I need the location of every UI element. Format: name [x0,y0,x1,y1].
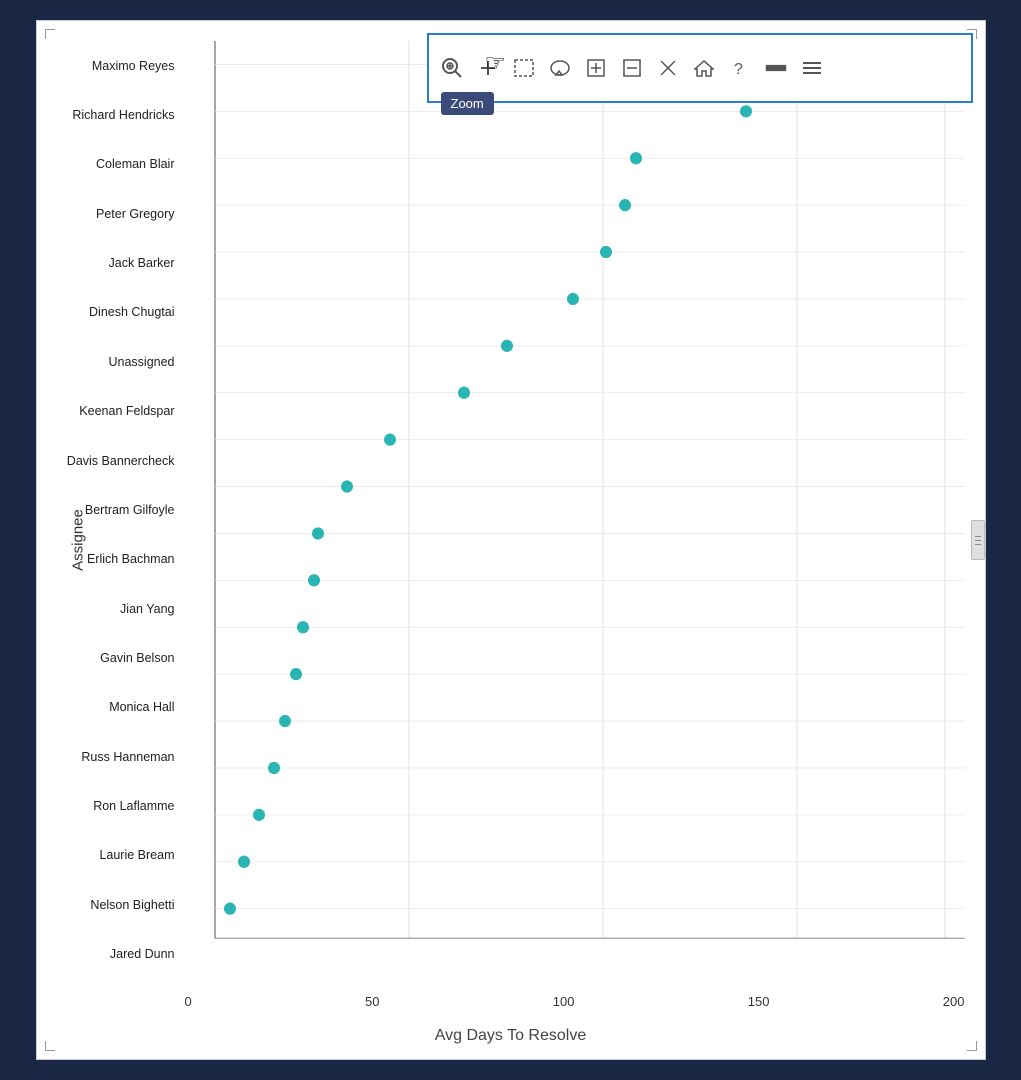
x-tick-3: 150 [748,994,770,1009]
y-label-18: Jared Dunn [37,947,185,961]
dot-nelson-bighetti[interactable] [238,856,250,868]
dot-laurie-bream[interactable] [253,809,265,821]
y-labels: Maximo Reyes Richard Hendricks Coleman B… [37,41,185,979]
y-label-0: Maximo Reyes [37,59,185,73]
menu-icon[interactable] [801,57,823,79]
y-label-5: Dinesh Chugtai [37,305,185,319]
dot-davis-bannercheck[interactable] [384,434,396,446]
x-axis-label: Avg Days To Resolve [37,1027,985,1045]
y-label-1: Richard Hendricks [37,108,185,122]
minus-box-icon[interactable] [621,57,643,79]
scroll-handle[interactable] [971,520,985,560]
y-label-3: Peter Gregory [37,207,185,221]
y-label-15: Ron Laflamme [37,799,185,813]
y-label-10: Erlich Bachman [37,552,185,566]
y-label-11: Jian Yang [37,602,185,616]
y-label-17: Nelson Bighetti [37,898,185,912]
y-label-8: Davis Bannercheck [37,454,185,468]
dot-jian-yang[interactable] [308,574,320,586]
x-ticks: 0 50 100 150 200 [185,994,965,1009]
dot-dinesh-chugtai[interactable] [567,293,579,305]
y-label-9: Bertram Gilfoyle [37,503,185,517]
handle-line-1 [975,536,981,537]
dot-monica-hall[interactable] [290,668,302,680]
help-icon[interactable]: ? [729,57,751,79]
svg-text:?: ? [734,61,743,77]
handle-line-3 [975,544,981,545]
y-label-2: Coleman Blair [37,157,185,171]
close-x-icon[interactable] [657,57,679,79]
dot-peter-gregory[interactable] [619,199,631,211]
dot-erlich-bachman[interactable] [312,527,324,539]
x-tick-0: 0 [185,994,192,1009]
corner-tl [45,29,55,39]
dot-coleman-blair[interactable] [630,152,642,164]
chart-toolbar: Zoom ? [427,33,973,103]
dot-jared-dunn[interactable] [224,903,236,915]
comment-icon[interactable] [549,57,571,79]
x-tick-1: 50 [365,994,379,1009]
x-tick-2: 100 [553,994,575,1009]
dot-ron-laflamme[interactable] [268,762,280,774]
dot-keenan-feldspar[interactable] [458,387,470,399]
handle-line-2 [975,540,981,541]
dot-plot-svg [185,41,965,979]
zoom-tooltip: Zoom [441,92,494,115]
zoom-icon[interactable]: Zoom [441,57,463,79]
y-label-16: Laurie Bream [37,848,185,862]
y-label-12: Gavin Belson [37,651,185,665]
y-label-7: Keenan Feldspar [37,404,185,418]
add-icon[interactable] [477,57,499,79]
home-icon[interactable] [693,57,715,79]
dot-richard-hendricks[interactable] [740,105,752,117]
dot-bertram-gilfoyle[interactable] [341,480,353,492]
dot-unassigned[interactable] [501,340,513,352]
chart-container: Zoom ? [36,20,986,1060]
y-label-6: Unassigned [37,355,185,369]
select-icon[interactable] [513,57,535,79]
y-label-14: Russ Hanneman [37,750,185,764]
y-label-4: Jack Barker [37,256,185,270]
dot-russ-hanneman[interactable] [279,715,291,727]
dot-gavin-belson[interactable] [297,621,309,633]
x-tick-4: 200 [943,994,965,1009]
plus-box-icon[interactable] [585,57,607,79]
dot-jack-barker[interactable] [600,246,612,258]
y-label-13: Monica Hall [37,700,185,714]
rectangle-icon[interactable] [765,57,787,79]
